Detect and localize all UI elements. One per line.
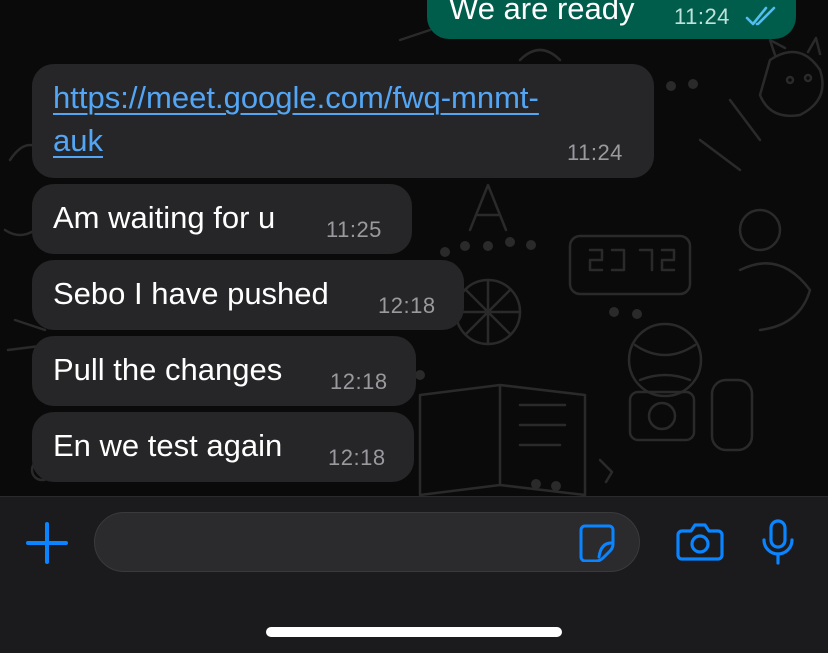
sticker-icon[interactable]: [577, 522, 617, 562]
message-text: Sebo I have pushed: [53, 276, 329, 311]
message-bubble-outgoing[interactable]: We are ready 11:24: [427, 0, 796, 39]
message-bubble-link[interactable]: https://meet.google.com/fwq-mnmt- auk 11…: [32, 64, 654, 178]
message-input-bar: [0, 496, 828, 653]
message-text: We are ready: [449, 0, 635, 26]
message-text-field[interactable]: [94, 512, 640, 572]
message-link[interactable]: https://meet.google.com/fwq-mnmt-: [53, 76, 539, 119]
chat-screen: We are ready 11:24 https://meet.google.c…: [0, 0, 828, 653]
plus-icon[interactable]: [25, 521, 69, 565]
message-text: Pull the changes: [53, 352, 283, 387]
home-indicator[interactable]: [266, 627, 562, 637]
message-text: En we test again: [53, 428, 283, 463]
message-time: 11:24: [567, 140, 623, 165]
camera-icon[interactable]: [676, 521, 724, 563]
message-link-continuation[interactable]: auk: [53, 119, 103, 162]
message-time: 11:25: [326, 217, 382, 242]
microphone-icon[interactable]: [758, 518, 798, 566]
message-bubble-incoming[interactable]: Am waiting for u 11:25: [32, 184, 412, 254]
message-bubble-incoming[interactable]: Sebo I have pushed 12:18: [32, 260, 464, 330]
message-time: 12:18: [328, 445, 386, 470]
chat-messages-area[interactable]: We are ready 11:24 https://meet.google.c…: [0, 0, 828, 496]
double-check-icon: [745, 6, 776, 26]
message-bubble-incoming[interactable]: En we test again 12:18: [32, 412, 414, 482]
message-input[interactable]: [117, 523, 561, 563]
message-time: 11:24: [674, 4, 730, 29]
message-time: 12:18: [378, 293, 436, 318]
message-bubble-incoming[interactable]: Pull the changes 12:18: [32, 336, 416, 406]
message-text: Am waiting for u: [53, 200, 276, 235]
message-time: 12:18: [330, 369, 388, 394]
